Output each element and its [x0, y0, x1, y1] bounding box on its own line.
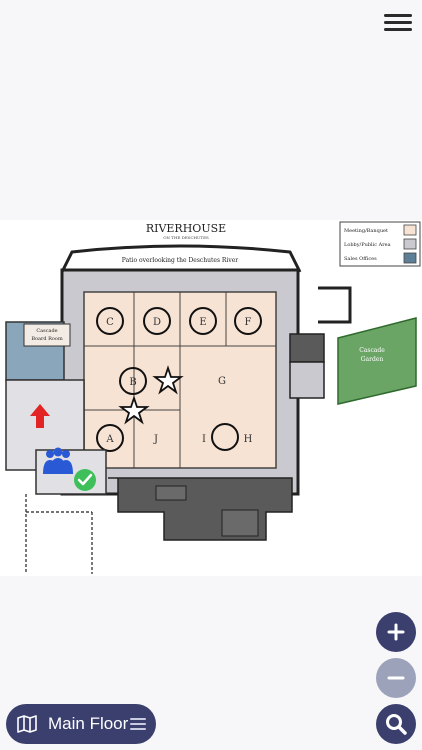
legend-label: Lobby/Public Area [344, 242, 391, 248]
svg-text:C: C [106, 317, 114, 328]
search-button[interactable] [376, 704, 416, 744]
svg-text:E: E [199, 317, 206, 328]
map-legend: Meeting/Banquet Lobby/Public Area Sales … [339, 221, 421, 267]
plus-icon [387, 623, 405, 641]
svg-text:F: F [245, 317, 252, 328]
hamburger-menu-line [384, 28, 412, 31]
legend-swatch-meeting [403, 224, 417, 236]
menu-button[interactable] [382, 10, 414, 38]
hamburger-menu-icon [384, 14, 412, 17]
room-J[interactable]: J [153, 434, 158, 445]
legend-label: Meeting/Banquet [344, 228, 388, 234]
patio-label: Patio overlooking the Deschutes River [122, 257, 239, 264]
svg-text:B: B [129, 377, 136, 388]
lower-entry-outline [25, 494, 93, 574]
brand-subtitle: ON THE DESCHUTES [163, 235, 209, 240]
minus-icon [387, 676, 405, 680]
floor-plan-svg[interactable]: Patio overlooking the Deschutes River RI… [0, 220, 422, 576]
magnifier-icon [386, 714, 407, 735]
list-icon [130, 718, 146, 730]
floor-selector-label: Main Floor [48, 714, 129, 733]
zoom-out-button[interactable] [376, 658, 416, 698]
cascade-garden-label-2: Garden [361, 356, 384, 363]
svg-text:A: A [105, 434, 114, 445]
svg-text:D: D [153, 317, 161, 328]
legend-swatch-sales [403, 252, 417, 264]
right-stairs [318, 286, 352, 324]
hamburger-menu-line [384, 21, 412, 24]
cascade-board-room-label: Cascade [36, 328, 57, 334]
floor-selector-button[interactable]: Main Floor [6, 704, 156, 744]
cascade-board-room-label-2: Board Room [31, 336, 63, 342]
zoom-in-button[interactable] [376, 612, 416, 652]
floor-plan-map[interactable]: Patio overlooking the Deschutes River RI… [0, 220, 422, 576]
right-service-block [289, 333, 325, 363]
brand-title: RIVERHOUSE [146, 222, 226, 235]
people-group-icon[interactable] [43, 447, 73, 475]
legend-label: Sales Offices [344, 256, 377, 262]
room-I[interactable]: I [202, 434, 206, 445]
room-G[interactable]: G [218, 376, 226, 387]
service-area [108, 477, 293, 541]
service-room [155, 485, 187, 501]
service-room [221, 509, 259, 537]
folded-map-icon [17, 715, 37, 733]
legend-swatch-lobby [403, 238, 417, 250]
green-check-icon[interactable] [74, 469, 96, 491]
cascade-garden-label: Cascade [359, 347, 385, 354]
right-lobby-block [289, 361, 325, 399]
room-H[interactable]: H [244, 434, 253, 445]
